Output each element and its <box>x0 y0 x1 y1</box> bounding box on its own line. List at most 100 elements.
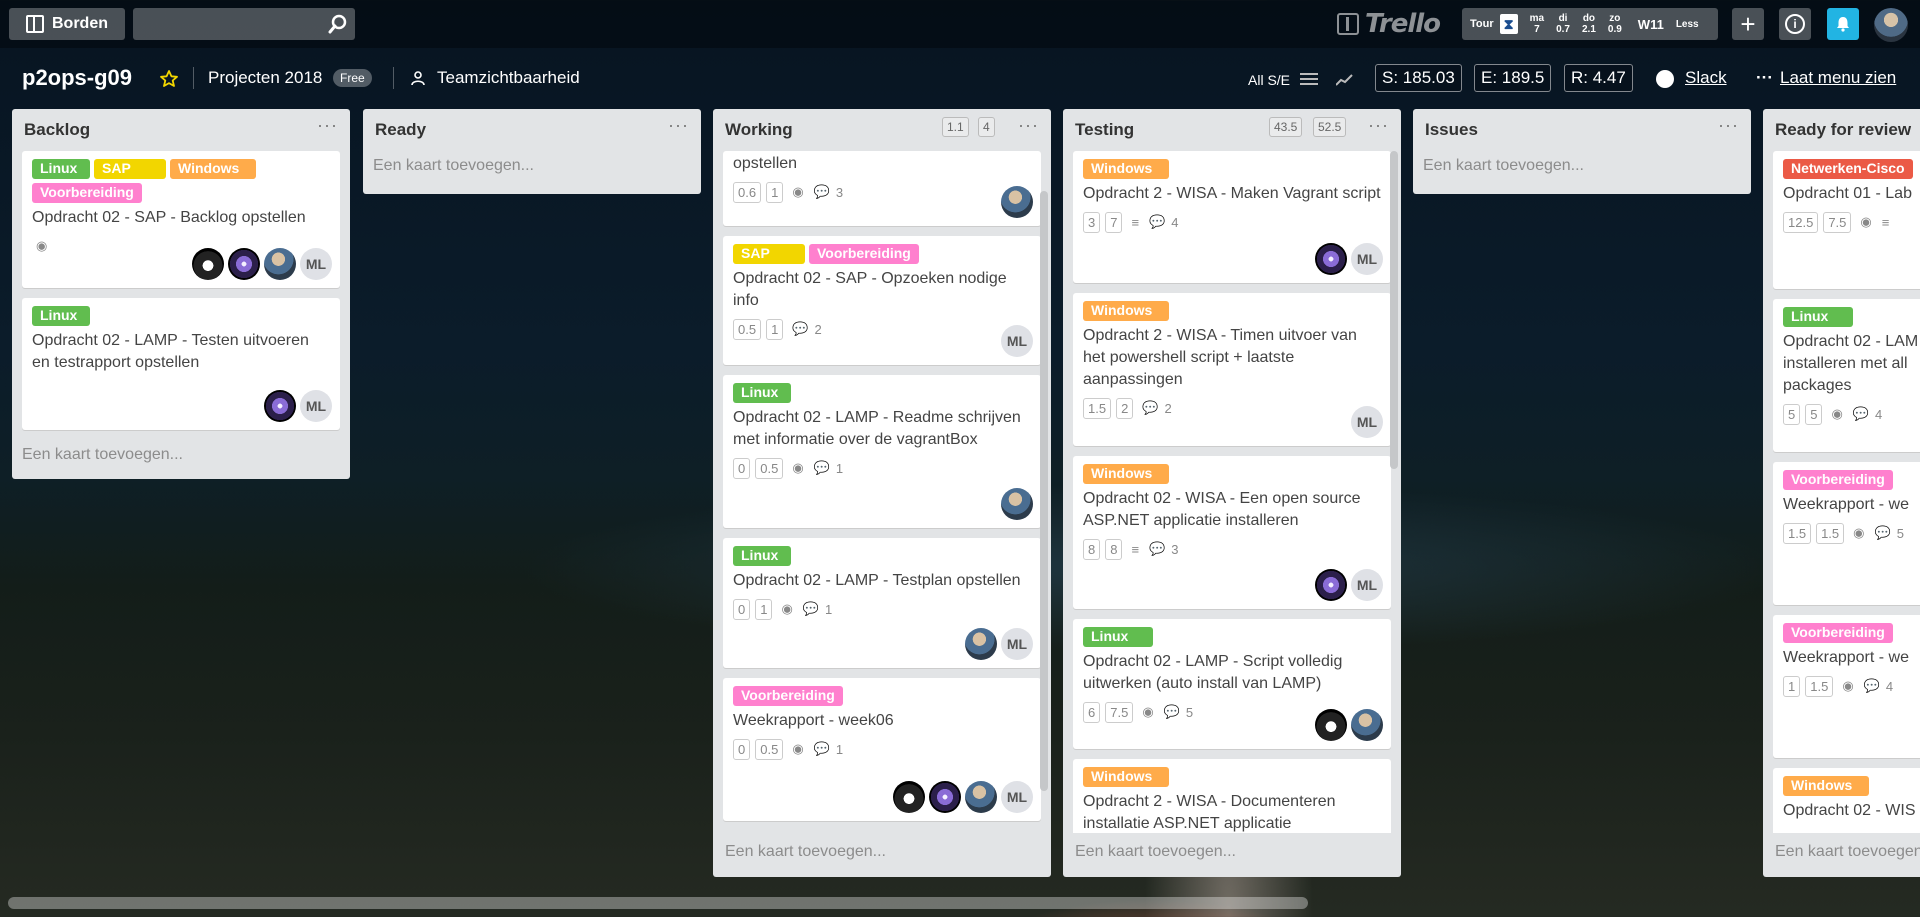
avatar[interactable] <box>965 781 997 813</box>
card[interactable]: Linux Opdracht 02 - LAMP - Testen uitvoe… <box>22 298 340 430</box>
notifications-button[interactable] <box>1827 8 1859 40</box>
filter-label[interactable]: All S/E <box>1248 72 1290 88</box>
avatar[interactable]: ML <box>1001 325 1033 357</box>
slack-link[interactable]: Slack <box>1685 68 1727 88</box>
more-icon[interactable]: ··· <box>1756 68 1773 88</box>
list-title[interactable]: Backlog <box>24 120 90 140</box>
avatar[interactable] <box>1001 186 1033 218</box>
avatar[interactable]: ML <box>1351 243 1383 275</box>
search-input[interactable] <box>133 8 355 40</box>
card[interactable]: Netwerken-Cisco Opdracht 01 - Lab 12.5 7… <box>1773 151 1920 289</box>
add-card-button[interactable]: Een kaart toevoegen... <box>373 151 691 185</box>
list-scrollbar[interactable] <box>1390 151 1398 469</box>
show-menu-link[interactable]: Laat menu zien <box>1780 68 1896 88</box>
avatar[interactable] <box>1315 709 1347 741</box>
watch-icon: ◉ <box>1860 214 1872 229</box>
list-title[interactable]: Ready for review <box>1775 120 1911 140</box>
card-badges: 12.5 7.5 ◉ ≡ <box>1783 210 1920 234</box>
list-menu-icon[interactable]: ··· <box>317 115 338 136</box>
add-card-button[interactable]: Een kaart toevoegen... <box>1763 833 1920 871</box>
add-card-button[interactable]: Een kaart toevoegen... <box>1063 833 1401 871</box>
board-horizontal-scrollbar[interactable] <box>8 897 1308 909</box>
chart-icon[interactable] <box>1336 72 1354 86</box>
list-menu-icon[interactable]: ··· <box>1018 115 1039 136</box>
avatar[interactable] <box>1315 243 1347 275</box>
star-icon[interactable] <box>159 69 179 89</box>
day-name: ma <box>1529 13 1545 24</box>
card[interactable]: Windows Opdracht 2 - WISA - Maken Vagran… <box>1073 151 1391 283</box>
board-title[interactable]: p2ops-g09 <box>22 65 132 91</box>
card[interactable]: Linux Opdracht 02 - LAM installeren met … <box>1773 299 1920 452</box>
avatar[interactable]: ML <box>1351 406 1383 438</box>
avatar[interactable]: ML <box>300 390 332 422</box>
avatar[interactable]: ML <box>1001 781 1033 813</box>
list-title[interactable]: Working <box>725 120 793 140</box>
avatar[interactable] <box>264 248 296 280</box>
add-card-button[interactable]: Een kaart toevoegen... <box>22 440 340 474</box>
watch-icon: ◉ <box>36 238 48 253</box>
list-title[interactable]: Testing <box>1075 120 1134 140</box>
card[interactable]: Voorbereiding Weekrapport - we 1 1.5 ◉ 💬… <box>1773 615 1920 758</box>
less-toggle[interactable]: Less <box>1676 19 1699 30</box>
add-button[interactable]: + <box>1732 8 1764 40</box>
info-button[interactable]: i <box>1779 8 1811 40</box>
spent-pill: 7.5 <box>1823 211 1852 233</box>
card-labels: Voorbereiding <box>1783 470 1920 490</box>
card[interactable]: Windows Opdracht 02 - WISA - Een open so… <box>1073 456 1391 609</box>
card[interactable]: Voorbereiding Weekrapport - week06 0 0.5… <box>723 678 1041 821</box>
avatar[interactable] <box>1001 488 1033 520</box>
card[interactable]: Windows Opdracht 2 - WISA - Documenteren… <box>1073 759 1391 833</box>
avatar[interactable] <box>893 781 925 813</box>
weather-day: zo 0.9 <box>1608 13 1622 35</box>
avatar[interactable] <box>228 248 260 280</box>
team-name[interactable]: Projecten 2018 <box>208 68 322 88</box>
avatar[interactable] <box>264 390 296 422</box>
visibility-label[interactable]: Teamzichtbaarheid <box>437 68 580 88</box>
list-menu-icon[interactable]: ··· <box>1368 115 1389 136</box>
card[interactable]: Voorbereiding Weekrapport - we 1.5 1.5 ◉… <box>1773 462 1920 605</box>
card[interactable]: Linux Opdracht 02 - LAMP - Readme schrij… <box>723 375 1041 528</box>
list-menu-icon[interactable]: ··· <box>668 115 689 136</box>
weather-widget[interactable]: Tour ⧗ ma 7 di 0.7 do 2.1 zo 0.9 W11 Les… <box>1462 8 1718 40</box>
list-header: Working 1.1 4 ··· <box>713 109 1051 151</box>
spent-pill: 1 <box>766 318 784 340</box>
list-menu-icon[interactable]: ··· <box>1718 115 1739 136</box>
trello-logo[interactable]: Trello <box>1337 9 1441 39</box>
avatar[interactable]: ML <box>1001 628 1033 660</box>
card-labels: Windows <box>1083 464 1381 484</box>
card[interactable]: Linux SAP Windows Voorbereiding Opdracht… <box>22 151 340 288</box>
card[interactable]: Linux Opdracht 02 - LAMP - Script volled… <box>1073 619 1391 749</box>
estimate-pill: 0.6 <box>733 181 762 203</box>
watch-icon: ◉ <box>1853 525 1865 540</box>
add-card-button[interactable]: Een kaart toevoegen... <box>713 833 1051 871</box>
logo-text: Trello <box>1365 9 1441 39</box>
list-title[interactable]: Ready <box>375 120 426 140</box>
comment-icon: 💬 <box>792 321 809 336</box>
list-title[interactable]: Issues <box>1425 120 1478 140</box>
card[interactable]: Windows Opdracht 2 - WISA - Timen uitvoe… <box>1073 293 1391 446</box>
list-header: Ready ··· <box>363 109 701 151</box>
list-scrollbar[interactable] <box>1040 191 1048 791</box>
avatar[interactable]: ML <box>1351 569 1383 601</box>
card[interactable]: SAP Voorbereiding Opdracht 02 - SAP - Op… <box>723 236 1041 365</box>
add-card-button[interactable]: Een kaart toevoegen... <box>1423 151 1741 185</box>
boards-button[interactable]: Borden <box>9 8 125 40</box>
label-netwerken-cisco: Netwerken-Cisco <box>1783 159 1913 179</box>
user-avatar[interactable] <box>1874 8 1908 42</box>
card[interactable]: opstellen 0.6 1 ◉ 💬 3 <box>723 151 1041 226</box>
comment-count: 3 <box>1171 541 1179 557</box>
card[interactable]: Linux Opdracht 02 - LAMP - Testplan opst… <box>723 538 1041 668</box>
card[interactable]: Windows Opdracht 02 - WIS <box>1773 768 1920 833</box>
avatar[interactable] <box>1351 709 1383 741</box>
comment-icon: 💬 <box>813 184 830 199</box>
avatar[interactable] <box>965 628 997 660</box>
avatar[interactable] <box>1315 569 1347 601</box>
avatar[interactable] <box>192 248 224 280</box>
avatar[interactable] <box>929 781 961 813</box>
comment-count: 5 <box>1896 525 1904 541</box>
weather-day: ma 7 <box>1530 13 1544 35</box>
label-voorbereiding: Voorbereiding <box>32 183 142 203</box>
list-view-icon[interactable] <box>1300 72 1318 86</box>
avatar[interactable]: ML <box>300 248 332 280</box>
search-icon[interactable] <box>327 13 349 35</box>
